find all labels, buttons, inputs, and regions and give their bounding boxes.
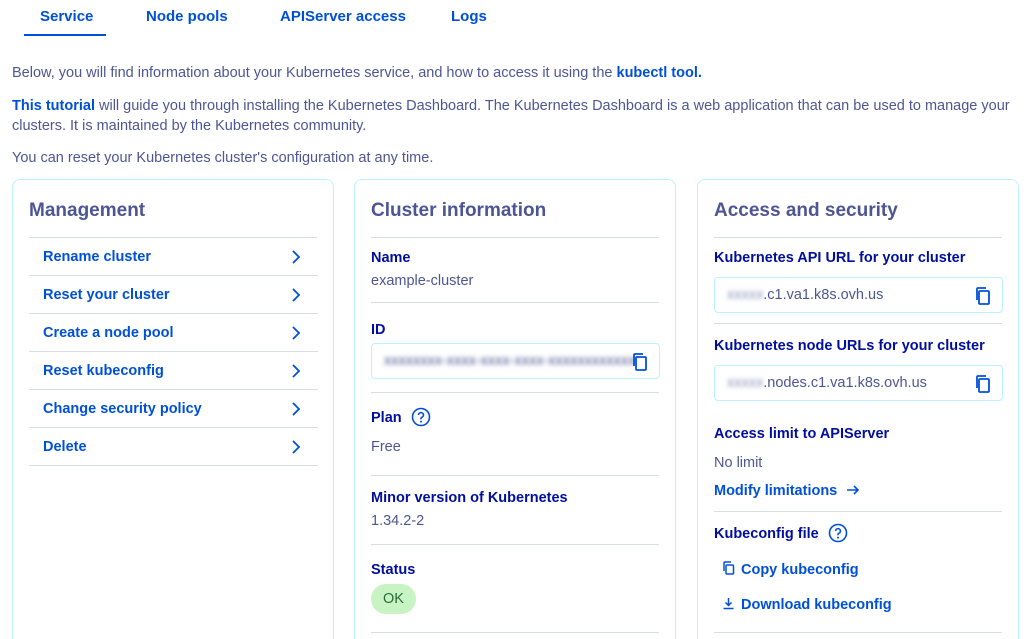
divider (371, 392, 659, 393)
active-tab-indicator (24, 34, 106, 36)
divider (714, 323, 1002, 324)
divider (371, 475, 659, 476)
name-label: Name (371, 250, 411, 266)
tab-apiserver-access[interactable]: APIServer access (280, 8, 406, 25)
api-url-label: Kubernetes API URL for your cluster (714, 250, 966, 266)
api-url-value: xxxxx.c1.va1.k8s.ovh.us (727, 287, 883, 303)
menu-create-node-pool[interactable]: Create a node pool (29, 314, 318, 352)
menu-item-label: Rename cluster (43, 249, 151, 265)
chevron-right-icon (292, 402, 300, 416)
download-icon (723, 598, 734, 610)
modify-limitations-label: Modify limitations (714, 483, 838, 499)
cluster-id-value: xxxxxxxx-xxxx-xxxx-xxxx-xxxxxxxxxxxx (384, 353, 636, 369)
chevron-right-icon (292, 364, 300, 378)
modify-limitations-link[interactable]: Modify limitations (714, 483, 860, 499)
chevron-right-icon (292, 326, 300, 340)
tab-bar: Service Node pools APIServer access Logs (0, 0, 1030, 36)
menu-reset-cluster[interactable]: Reset your cluster (29, 276, 318, 314)
access-security-title: Access and security (714, 200, 898, 221)
menu-rename-cluster[interactable]: Rename cluster (29, 238, 318, 276)
intro-text: will guide you through installing the Ku… (12, 98, 1010, 134)
divider (371, 632, 659, 633)
menu-item-label: Reset kubeconfig (43, 363, 164, 379)
api-url-field[interactable]: xxxxx.c1.va1.k8s.ovh.us (714, 277, 1003, 313)
intro-paragraph-1: Below, you will find information about y… (12, 63, 1022, 83)
access-limit-value: No limit (714, 455, 763, 471)
tab-node-pools[interactable]: Node pools (146, 8, 228, 25)
divider (371, 237, 659, 238)
node-url-suffix: .nodes.c1.va1.k8s.ovh.us (763, 375, 927, 391)
node-url-masked: xxxxx (727, 375, 764, 391)
menu-item-label: Reset your cluster (43, 287, 170, 303)
cluster-info-card: Cluster information Name example-cluster… (354, 179, 676, 639)
menu-delete[interactable]: Delete (29, 428, 318, 466)
access-security-card: Access and security Kubernetes API URL f… (697, 179, 1019, 639)
divider (714, 237, 1002, 238)
copy-icon[interactable] (631, 352, 649, 372)
cluster-info-title: Cluster information (371, 200, 547, 221)
intro-text: Below, you will find information about y… (12, 65, 617, 81)
node-url-value: xxxxx.nodes.c1.va1.k8s.ovh.us (727, 375, 927, 391)
copy-icon[interactable] (974, 286, 992, 306)
tutorial-link[interactable]: This tutorial (12, 98, 95, 114)
divider (714, 632, 1002, 633)
management-title: Management (29, 200, 146, 221)
chevron-right-icon (292, 250, 300, 264)
node-url-label: Kubernetes node URLs for your cluster (714, 338, 985, 354)
cluster-id-field[interactable]: xxxxxxxx-xxxx-xxxx-xxxx-xxxxxxxxxxxx (371, 343, 660, 379)
version-value: 1.34.2-2 (371, 513, 425, 529)
copy-kubeconfig-link[interactable]: Copy kubeconfig (722, 561, 859, 578)
copy-kubeconfig-label: Copy kubeconfig (741, 562, 859, 578)
tab-logs[interactable]: Logs (451, 8, 487, 25)
menu-change-security-policy[interactable]: Change security policy (29, 390, 318, 428)
version-label: Minor version of Kubernetes (371, 490, 568, 506)
plan-label: Plan (371, 410, 402, 426)
download-kubeconfig-link[interactable]: Download kubeconfig (722, 597, 892, 613)
help-icon[interactable] (828, 523, 848, 543)
intro-paragraph-2: This tutorial will guide you through ins… (12, 96, 1022, 136)
management-card: Management Rename cluster Reset your clu… (12, 179, 334, 639)
intro-paragraph-3: You can reset your Kubernetes cluster's … (12, 150, 434, 166)
cluster-name-value: example-cluster (371, 273, 474, 289)
tab-service[interactable]: Service (40, 8, 93, 25)
chevron-right-icon (292, 288, 300, 302)
menu-item-label: Change security policy (43, 401, 202, 417)
status-label: Status (371, 562, 416, 578)
kubectl-tool-link[interactable]: kubectl tool. (617, 65, 702, 81)
kubeconfig-label: Kubeconfig file (714, 526, 819, 542)
status-badge: OK (371, 584, 416, 614)
help-icon[interactable] (411, 407, 431, 427)
menu-item-label: Create a node pool (43, 325, 174, 341)
api-url-suffix: .c1.va1.k8s.ovh.us (763, 287, 884, 303)
menu-item-label: Delete (43, 439, 87, 455)
node-url-field[interactable]: xxxxx.nodes.c1.va1.k8s.ovh.us (714, 365, 1003, 401)
divider (714, 511, 1002, 512)
divider (371, 544, 659, 545)
chevron-right-icon (292, 440, 300, 454)
api-url-masked: xxxxx (727, 287, 764, 303)
copy-icon[interactable] (974, 374, 992, 394)
download-kubeconfig-label: Download kubeconfig (741, 597, 892, 613)
plan-value: Free (371, 439, 401, 455)
arrow-right-icon (847, 485, 860, 495)
id-label: ID (371, 322, 386, 338)
divider (371, 302, 659, 303)
menu-reset-kubeconfig[interactable]: Reset kubeconfig (29, 352, 318, 390)
access-limit-label: Access limit to APIServer (714, 426, 890, 442)
copy-icon (723, 561, 735, 575)
